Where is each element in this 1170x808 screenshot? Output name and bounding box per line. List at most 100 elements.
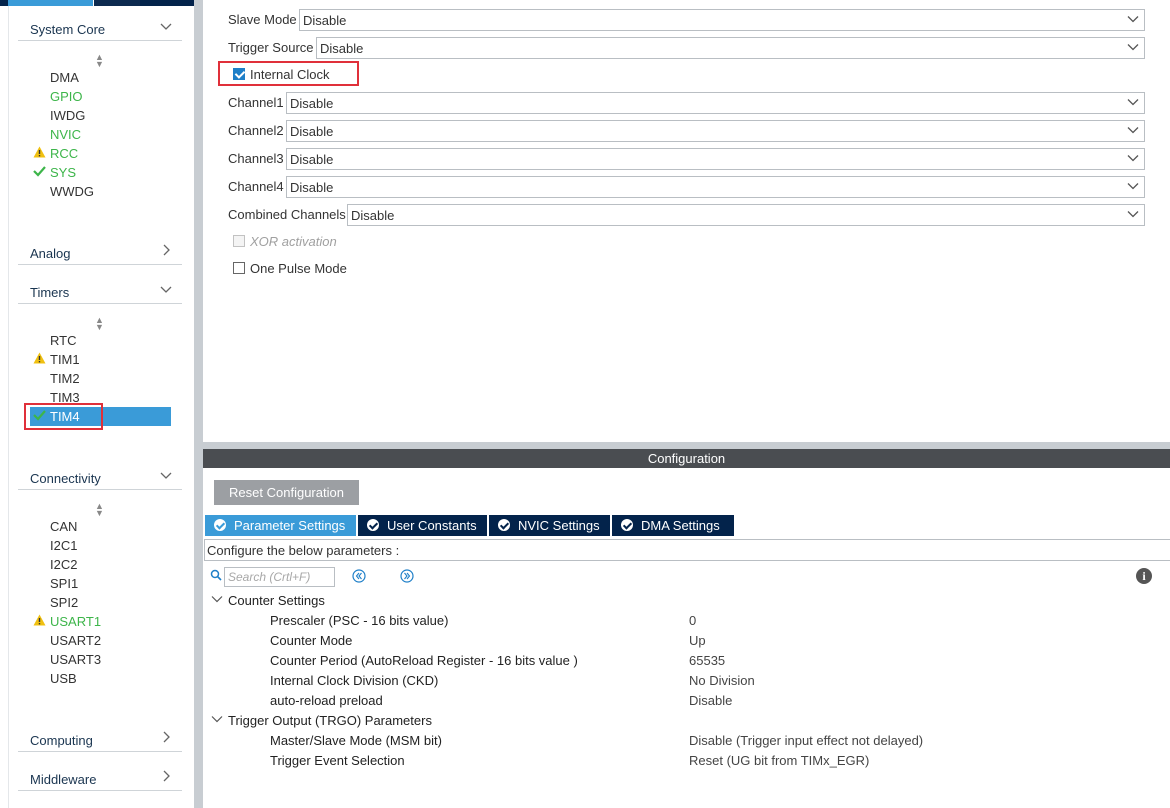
select-value: Disable xyxy=(290,152,334,167)
sidebar-item-gpio[interactable]: GPIO xyxy=(30,87,171,106)
chevron-down-icon xyxy=(1127,208,1139,220)
sidebar-top-tabs xyxy=(0,0,194,6)
sidebar-item-rtc[interactable]: RTC xyxy=(30,331,171,350)
category-analog[interactable]: Analog xyxy=(18,241,182,265)
tab-parameter-settings[interactable]: Parameter Settings xyxy=(205,515,356,536)
tab-label: NVIC Settings xyxy=(518,518,600,533)
group-label: Trigger Output (TRGO) Parameters xyxy=(228,713,432,728)
check-circle-icon xyxy=(367,519,379,531)
item-label: I2C2 xyxy=(50,557,78,572)
chevron-down-icon xyxy=(160,19,172,36)
sidebar-item-dma[interactable]: DMA xyxy=(30,68,171,87)
sidebar-tab-categories[interactable] xyxy=(8,0,93,6)
channel4-select[interactable]: Disable xyxy=(286,176,1145,198)
param-value[interactable]: Disable (Trigger input effect not delaye… xyxy=(689,733,923,748)
sidebar-item-nvic[interactable]: NVIC xyxy=(30,125,171,144)
param-row[interactable]: Counter Mode Up xyxy=(270,632,1160,650)
panel-splitter[interactable] xyxy=(203,442,1170,449)
param-name: Master/Slave Mode (MSM bit) xyxy=(270,733,442,748)
sidebar-item-usart2[interactable]: USART2 xyxy=(30,631,171,650)
channel3-label: Channel3 xyxy=(228,151,284,166)
sidebar-item-spi2[interactable]: SPI2 xyxy=(30,593,171,612)
sidebar-item-tim2[interactable]: TIM2 xyxy=(30,369,171,388)
xor-activation-label: XOR activation xyxy=(250,234,337,249)
sidebar-item-iwdg[interactable]: IWDG xyxy=(30,106,171,125)
param-row[interactable]: Master/Slave Mode (MSM bit) Disable (Tri… xyxy=(270,732,1160,750)
sidebar-item-i2c2[interactable]: I2C2 xyxy=(30,555,171,574)
param-value[interactable]: Up xyxy=(689,633,706,648)
select-value: Disable xyxy=(290,180,334,195)
channel2-label: Channel2 xyxy=(228,123,284,138)
info-icon[interactable]: i xyxy=(1136,568,1152,584)
check-circle-icon xyxy=(214,519,226,531)
channel1-select[interactable]: Disable xyxy=(286,92,1145,114)
select-value: Disable xyxy=(303,13,347,28)
sidebar: System Core ▲ ▼ DMA GPIO IWDG NVIC RCC SY… xyxy=(0,0,194,808)
chevron-down-icon xyxy=(1127,180,1139,192)
sidebar-item-rcc[interactable]: RCC xyxy=(30,144,171,163)
param-row[interactable]: Internal Clock Division (CKD) No Divisio… xyxy=(270,672,1160,690)
next-result-icon[interactable] xyxy=(400,569,414,583)
category-system-core[interactable]: System Core xyxy=(18,17,182,41)
sidebar-tab-az[interactable] xyxy=(93,0,140,6)
sidebar-edge xyxy=(8,6,9,808)
tab-label: Parameter Settings xyxy=(234,518,346,533)
sidebar-item-usart3[interactable]: USART3 xyxy=(30,650,171,669)
sidebar-item-usb[interactable]: USB xyxy=(30,669,171,688)
select-value: Disable xyxy=(320,41,364,56)
channel2-select[interactable]: Disable xyxy=(286,120,1145,142)
sidebar-item-sys[interactable]: SYS xyxy=(30,163,171,182)
sidebar-item-usart1[interactable]: USART1 xyxy=(30,612,171,631)
tab-label: DMA Settings xyxy=(641,518,720,533)
reset-configuration-button[interactable]: Reset Configuration xyxy=(214,480,359,505)
channel3-select[interactable]: Disable xyxy=(286,148,1145,170)
category-timers[interactable]: Timers xyxy=(18,280,182,304)
search-input[interactable] xyxy=(224,567,335,587)
sidebar-item-tim1[interactable]: TIM1 xyxy=(30,350,171,369)
param-row[interactable]: Prescaler (PSC - 16 bits value) 0 xyxy=(270,612,1160,630)
sidebar-item-wwdg[interactable]: WWDG xyxy=(30,182,171,201)
sort-icon[interactable]: ▲ ▼ xyxy=(95,502,104,518)
slave-mode-select[interactable]: Disable xyxy=(299,9,1145,31)
param-name: Counter Period (AutoReload Register - 16… xyxy=(270,653,578,668)
item-label: RTC xyxy=(50,333,77,348)
trigger-source-row: Trigger Source Disable xyxy=(228,37,1145,59)
param-value[interactable]: No Division xyxy=(689,673,755,688)
config-hint: Configure the below parameters : xyxy=(204,539,1170,561)
chevron-down-icon xyxy=(160,282,172,299)
warning-icon xyxy=(32,352,46,366)
param-row[interactable]: auto-reload preload Disable xyxy=(270,692,1160,710)
combined-channels-select[interactable]: Disable xyxy=(347,204,1145,226)
param-row[interactable]: Trigger Event Selection Reset (UG bit fr… xyxy=(270,752,1160,770)
param-name: Counter Mode xyxy=(270,633,353,648)
param-value[interactable]: 0 xyxy=(689,613,696,628)
trigger-source-select[interactable]: Disable xyxy=(316,37,1145,59)
previous-result-icon[interactable] xyxy=(352,569,366,583)
param-value[interactable]: 65535 xyxy=(689,653,725,668)
checkbox-unchecked-icon[interactable] xyxy=(233,262,245,274)
sidebar-item-spi1[interactable]: SPI1 xyxy=(30,574,171,593)
item-label: SPI1 xyxy=(50,576,79,591)
sort-icon[interactable]: ▲ ▼ xyxy=(95,53,104,69)
sidebar-item-can[interactable]: CAN xyxy=(30,517,171,536)
warning-icon xyxy=(32,146,46,160)
category-connectivity[interactable]: Connectivity xyxy=(18,466,182,490)
chevron-right-icon xyxy=(160,769,172,786)
category-middleware[interactable]: Middleware xyxy=(18,767,182,791)
category-computing[interactable]: Computing xyxy=(18,728,182,752)
param-row[interactable]: Counter Period (AutoReload Register - 16… xyxy=(270,652,1160,670)
tab-dma-settings[interactable]: DMA Settings xyxy=(612,515,734,536)
param-name: auto-reload preload xyxy=(270,693,383,708)
configuration-panel: Configuration Reset Configuration Parame… xyxy=(203,449,1170,808)
select-value: Disable xyxy=(351,208,395,223)
item-label: SPI2 xyxy=(50,595,79,610)
chevron-right-icon xyxy=(160,730,172,747)
param-value[interactable]: Disable xyxy=(689,693,732,708)
category-label: Computing xyxy=(30,733,93,748)
param-value[interactable]: Reset (UG bit from TIMx_EGR) xyxy=(689,753,869,768)
tab-nvic-settings[interactable]: NVIC Settings xyxy=(489,515,610,536)
tab-user-constants[interactable]: User Constants xyxy=(358,515,487,536)
sidebar-item-i2c1[interactable]: I2C1 xyxy=(30,536,171,555)
sort-icon[interactable]: ▲ ▼ xyxy=(95,316,104,332)
sidebar-splitter[interactable] xyxy=(194,0,203,808)
